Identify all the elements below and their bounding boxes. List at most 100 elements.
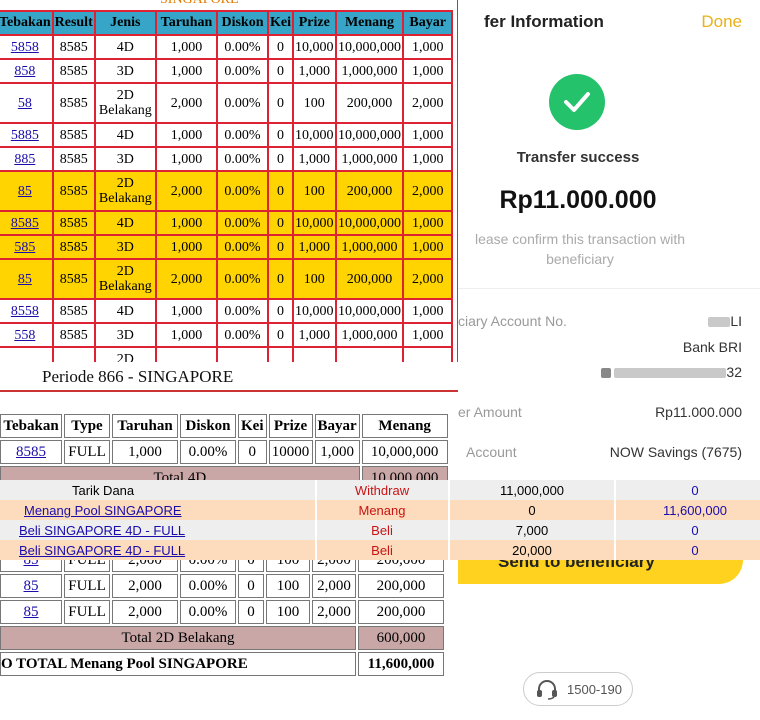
cell: 100 xyxy=(266,600,310,624)
guess-link[interactable]: 8585 xyxy=(11,216,39,231)
guess-link[interactable]: 58 xyxy=(18,96,32,111)
transaction-link[interactable]: Menang Pool SINGAPORE xyxy=(24,503,182,518)
cell: 0.00% xyxy=(217,148,268,170)
cell: 100 xyxy=(266,574,310,598)
table-row: 885 8585 3D 1,000 0.00% 0 1,000 1,000,000 1,000 xyxy=(0,148,451,170)
transaction-link[interactable]: Beli SINGAPORE 4D - FULL xyxy=(19,543,185,558)
col-header: Kei xyxy=(238,414,267,438)
row-label: ciary Account No. xyxy=(458,313,567,329)
cell: 0 xyxy=(269,84,293,122)
cell: FULL xyxy=(64,440,110,464)
cell: 100 xyxy=(266,560,310,572)
col-header: Prize xyxy=(294,12,335,34)
cell: 0.00% xyxy=(217,36,268,58)
guess-link[interactable]: 5858 xyxy=(11,40,39,55)
transaction-debit: 0 xyxy=(528,503,536,518)
bet-number-link[interactable]: 85 xyxy=(24,604,39,620)
guess-link[interactable]: 85 xyxy=(18,272,32,287)
cell[interactable]: 58 xyxy=(0,84,52,122)
cell[interactable]: 5885 xyxy=(0,124,52,146)
grand-total-row: O TOTAL Menang Pool SINGAPORE 11,600,000 xyxy=(0,652,444,676)
cell: 2,000 xyxy=(156,172,216,210)
guess-link[interactable]: 858 xyxy=(14,64,35,79)
cell[interactable]: 85 xyxy=(0,574,62,598)
cell[interactable]: 85 xyxy=(0,172,52,210)
cell: 0 xyxy=(269,148,293,170)
cell: 1,000 xyxy=(156,148,216,170)
guess-link[interactable]: 558 xyxy=(14,328,35,343)
results-table: Tebakan Result Jenis Taruhan Diskon Kei … xyxy=(0,10,453,362)
cell: 1,000 xyxy=(156,124,216,146)
cell: 0.00% xyxy=(180,440,236,464)
table-row: 85 8585 2D Belakang 2,000 0.00% 0 100 200,000 2,… xyxy=(0,172,451,210)
cell: 2D Belakang xyxy=(95,172,155,210)
cell[interactable]: 8585 xyxy=(0,212,52,234)
cell: 10,000 xyxy=(294,124,335,146)
cell[interactable]: 858 xyxy=(0,60,52,82)
cell[interactable]: 85 xyxy=(0,560,62,572)
cell: 1,000 xyxy=(156,324,216,346)
transaction-debit: 11,000,000 xyxy=(499,483,565,498)
cell: 1,000 xyxy=(404,36,451,58)
cell[interactable]: 8558 xyxy=(0,300,52,322)
cell: 1,000,000 xyxy=(336,236,403,258)
cell: 0 xyxy=(238,574,264,598)
guess-link[interactable]: 585 xyxy=(14,240,35,255)
cell: 3D xyxy=(95,60,155,82)
cell: 8585 xyxy=(53,324,94,346)
cell: 1,000 xyxy=(156,300,216,322)
cell: 1,000 xyxy=(294,148,335,170)
cell: 1,000 xyxy=(294,324,335,346)
row-value: NOW Savings (7675) xyxy=(609,444,742,460)
cell[interactable] xyxy=(0,348,52,362)
guess-link[interactable]: 5885 xyxy=(11,128,39,143)
cell[interactable]: 5858 xyxy=(0,36,52,58)
cell[interactable]: 85 xyxy=(0,600,62,624)
cell: 1,000,000 xyxy=(336,60,403,82)
cell: 2,000 xyxy=(112,560,178,572)
cell: 0 xyxy=(269,212,293,234)
done-button[interactable]: Done xyxy=(701,12,742,32)
cell: 1,000 xyxy=(156,212,216,234)
cell: 2D xyxy=(95,348,155,362)
transaction-link[interactable]: Beli SINGAPORE 4D - FULL xyxy=(19,523,185,538)
bet-number-link[interactable]: 85 xyxy=(24,560,39,568)
guess-link[interactable]: 885 xyxy=(14,152,35,167)
transaction-desc: Tarik Dana xyxy=(72,483,135,498)
beneficiary-account-row: ciary Account No. LI xyxy=(458,313,742,333)
col-header: Diskon xyxy=(217,12,268,34)
cell: 1,000 xyxy=(404,300,451,322)
cell[interactable]: 558 xyxy=(0,324,52,346)
cell: 1,000,000 xyxy=(336,324,403,346)
col-header: Diskon xyxy=(180,414,236,438)
cell: 2D Belakang xyxy=(95,260,155,298)
cell[interactable]: 885 xyxy=(0,148,52,170)
cell: 200,000 xyxy=(358,560,444,572)
cell: 2,000 xyxy=(112,600,178,624)
row-value: Bank BRI xyxy=(682,339,742,355)
bet-number-link[interactable]: 85 xyxy=(24,578,39,594)
transaction-type: Menang xyxy=(358,503,406,518)
cell: 0 xyxy=(269,260,293,298)
cell: 0 xyxy=(269,236,293,258)
col-header: Result xyxy=(53,12,94,34)
account-number-row: 32 xyxy=(458,364,742,384)
cell: 3D xyxy=(95,148,155,170)
table-row: 858 8585 3D 1,000 0.00% 0 1,000 1,000,000 1,000 xyxy=(0,60,451,82)
support-button[interactable]: 1500-190 xyxy=(523,672,633,706)
guess-link[interactable]: 85 xyxy=(18,184,32,199)
cell: 0.00% xyxy=(217,300,268,322)
periode-title: Periode 866 - SINGAPORE xyxy=(42,367,234,386)
cell[interactable]: 8585 xyxy=(0,440,62,464)
cell: 0.00% xyxy=(180,600,236,624)
cell[interactable]: 85 xyxy=(0,260,52,298)
cell: 8585 xyxy=(53,148,94,170)
col-header: Menang xyxy=(336,12,403,34)
cell: FULL xyxy=(64,560,110,572)
cell: 0.00% xyxy=(180,574,236,598)
guess-link[interactable]: 8558 xyxy=(11,304,39,319)
cell[interactable]: 585 xyxy=(0,236,52,258)
cell: 8585 xyxy=(53,60,94,82)
bet-number-link[interactable]: 8585 xyxy=(16,444,46,460)
transaction-credit: 0 xyxy=(691,523,699,538)
